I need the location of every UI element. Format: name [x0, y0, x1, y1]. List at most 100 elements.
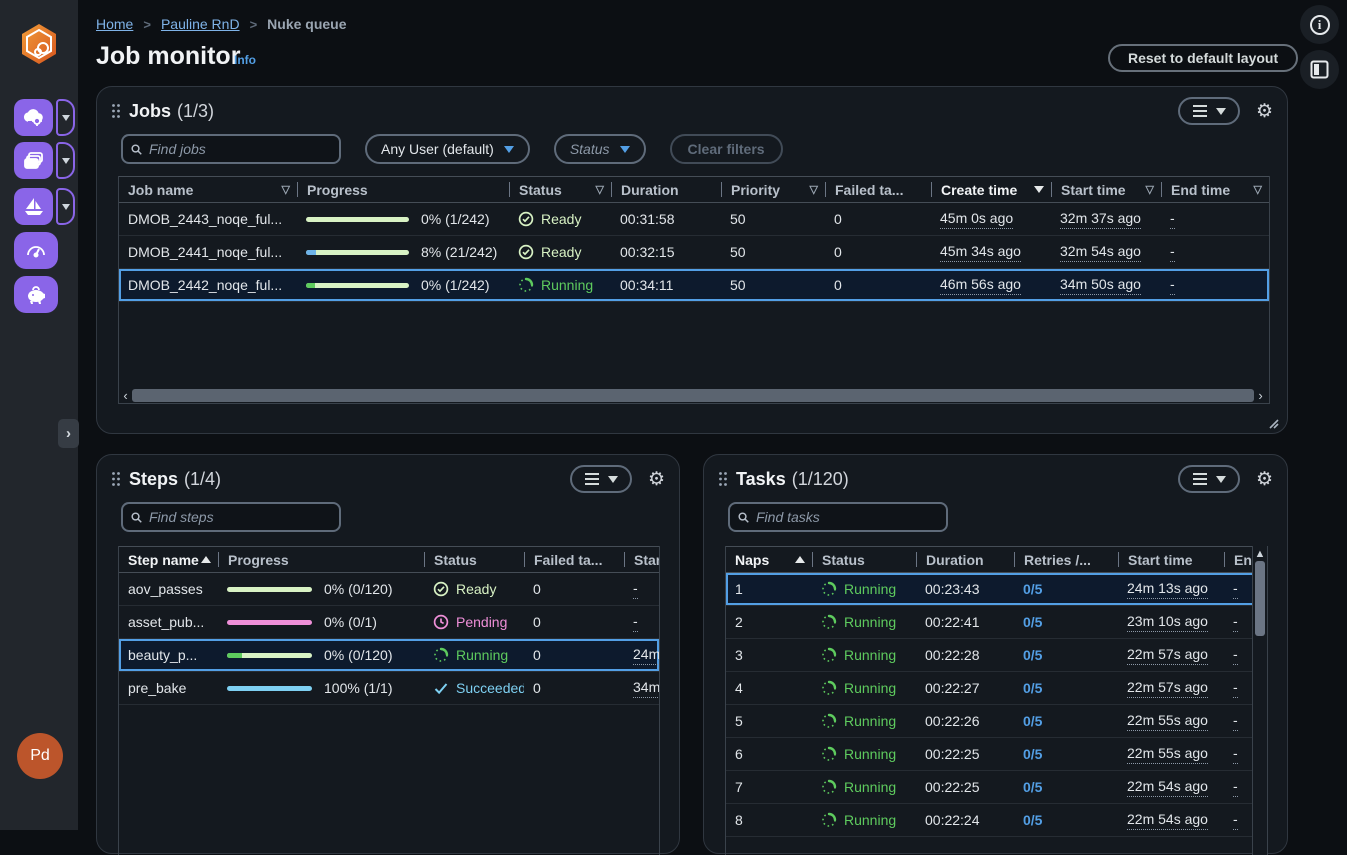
column-header-start-time[interactable]: Start time▽	[1051, 177, 1161, 202]
sidebar-item-fleets[interactable]	[14, 188, 53, 225]
retries-link[interactable]: 0/5	[1023, 713, 1042, 729]
sidebar-item-queues-expander[interactable]	[56, 142, 75, 179]
column-header-naps[interactable]: Naps	[726, 547, 812, 572]
breadcrumb-farm[interactable]: Pauline RnD	[161, 16, 240, 32]
step-row-selected[interactable]: beauty_p... 0% (0/120) Running 0 24m	[119, 639, 659, 672]
panel-title: Jobs	[129, 101, 171, 122]
column-header-progress[interactable]: Progress	[218, 547, 424, 572]
sidebar-item-queues[interactable]	[14, 142, 53, 179]
column-header-failed-tasks[interactable]: Failed ta...	[524, 547, 624, 572]
reset-layout-button[interactable]: Reset to default layout	[1108, 44, 1298, 72]
hamburger-menu-icon	[1192, 105, 1208, 117]
task-row[interactable]: 5 Running 00:22:26 0/5 22m 55s ago -	[726, 705, 1267, 738]
column-header-job-name[interactable]: Job name▽	[119, 177, 297, 202]
jobs-search-input[interactable]	[149, 141, 331, 157]
steps-search-input[interactable]	[149, 509, 331, 525]
task-row[interactable]: 6 Running 00:22:25 0/5 22m 55s ago -	[726, 738, 1267, 771]
breadcrumb-home[interactable]: Home	[96, 16, 133, 32]
column-header-start-time[interactable]: Start time	[624, 547, 660, 572]
drag-handle-icon[interactable]	[718, 471, 728, 487]
panel-menu-button[interactable]	[570, 465, 632, 493]
sidebar-item-farm[interactable]	[14, 99, 53, 136]
column-header-end-time[interactable]: End time▽	[1161, 177, 1269, 202]
user-filter-dropdown[interactable]: Any User (default)	[365, 134, 530, 164]
panel-menu-button[interactable]	[1178, 97, 1240, 125]
status-filter-dropdown[interactable]: Status	[554, 134, 646, 164]
retries-link[interactable]: 0/5	[1023, 680, 1042, 696]
progress-bar	[306, 217, 409, 222]
running-spinner-icon	[821, 746, 837, 762]
job-row[interactable]: DMOB_2441_noqe_ful... 8% (21/242) Ready …	[119, 236, 1269, 269]
sidebar-item-farm-expander[interactable]	[56, 99, 75, 136]
task-row[interactable]: 7 Running 00:22:25 0/5 22m 54s ago -	[726, 771, 1267, 804]
retries-link[interactable]: 0/5	[1023, 614, 1042, 630]
task-row[interactable]: 2 Running 00:22:41 0/5 23m 10s ago -	[726, 606, 1267, 639]
caret-down-icon	[62, 204, 70, 210]
filter-icon[interactable]: ▽	[1254, 183, 1262, 196]
gear-icon[interactable]: ⚙	[1256, 102, 1273, 121]
chevron-right-icon: ›	[66, 425, 71, 442]
jobs-search	[121, 134, 341, 164]
task-row[interactable]: 3 Running 00:22:28 0/5 22m 57s ago -	[726, 639, 1267, 672]
column-header-priority[interactable]: Priority▽	[721, 177, 825, 202]
caret-down-icon	[620, 146, 630, 153]
column-header-duration[interactable]: Duration	[611, 177, 721, 202]
user-avatar[interactable]: Pd	[17, 733, 63, 779]
step-row[interactable]: aov_passes 0% (0/120) Ready 0 -	[119, 573, 659, 606]
drag-handle-icon[interactable]	[111, 103, 121, 119]
split-panel-button[interactable]	[1300, 50, 1339, 89]
vertical-scrollbar[interactable]: ▲	[1252, 546, 1267, 855]
column-header-step-name[interactable]: Step name	[119, 547, 218, 572]
task-row[interactable]: 8 Running 00:22:24 0/5 22m 54s ago -	[726, 804, 1267, 837]
column-header-create-time[interactable]: Create time	[931, 177, 1051, 202]
column-header-status[interactable]: Status	[812, 547, 916, 572]
panel-resize-handle[interactable]	[1265, 415, 1279, 429]
retries-link[interactable]: 0/5	[1023, 746, 1042, 762]
retries-link[interactable]: 0/5	[1023, 647, 1042, 663]
tasks-search-input[interactable]	[756, 509, 938, 525]
horizontal-scrollbar[interactable]: ‹ ›	[119, 387, 1267, 404]
scrollbar-thumb[interactable]	[132, 389, 1254, 402]
info-link[interactable]: Info	[234, 53, 256, 67]
scroll-right-icon[interactable]: ›	[1254, 388, 1267, 403]
column-header-status[interactable]: Status▽	[509, 177, 611, 202]
filter-icon[interactable]: ▽	[596, 183, 604, 196]
tasks-search	[728, 502, 948, 532]
step-row[interactable]: pre_bake 100% (1/1) Succeeded 0 34m	[119, 672, 659, 705]
sidebar-item-budgets[interactable]	[14, 276, 58, 313]
scroll-up-icon[interactable]: ▲	[1253, 546, 1267, 562]
scroll-left-icon[interactable]: ‹	[119, 388, 132, 403]
column-header-duration[interactable]: Duration	[916, 547, 1014, 572]
task-row-selected[interactable]: 1 Running 00:23:43 0/5 24m 13s ago -	[726, 573, 1267, 606]
retries-link[interactable]: 0/5	[1023, 779, 1042, 795]
jobs-table: Job name▽ Progress Status▽ Duration Prio…	[118, 176, 1270, 404]
task-row[interactable]: 4 Running 00:22:27 0/5 22m 57s ago -	[726, 672, 1267, 705]
column-header-retries[interactable]: Retries /...	[1014, 547, 1118, 572]
status-badge: Ready	[509, 244, 611, 260]
info-icon: i	[1310, 15, 1330, 35]
retries-link[interactable]: 0/5	[1023, 581, 1042, 597]
gear-icon[interactable]: ⚙	[1256, 470, 1273, 489]
queues-stack-icon	[22, 149, 46, 173]
retries-link[interactable]: 0/5	[1023, 812, 1042, 828]
job-row-selected[interactable]: DMOB_2442_noqe_ful... 0% (1/242) Running…	[119, 269, 1269, 302]
filter-icon[interactable]: ▽	[282, 183, 290, 196]
gear-icon[interactable]: ⚙	[648, 470, 665, 489]
column-header-start-time[interactable]: Start time	[1118, 547, 1224, 572]
column-header-progress[interactable]: Progress	[297, 177, 509, 202]
filter-icon[interactable]: ▽	[810, 183, 818, 196]
sidebar-item-fleets-expander[interactable]	[56, 188, 75, 225]
sidebar-expand-button[interactable]: ›	[58, 419, 79, 448]
ready-icon	[518, 244, 534, 260]
job-row[interactable]: DMOB_2443_noqe_ful... 0% (1/242) Ready 0…	[119, 203, 1269, 236]
help-panel-button[interactable]: i	[1300, 5, 1339, 44]
step-row[interactable]: asset_pub... 0% (0/1) Pending 0 -	[119, 606, 659, 639]
panel-menu-button[interactable]	[1178, 465, 1240, 493]
filter-icon[interactable]: ▽	[1146, 183, 1154, 196]
drag-handle-icon[interactable]	[111, 471, 121, 487]
column-header-failed-tasks[interactable]: Failed ta...	[825, 177, 931, 202]
status-badge: Running	[812, 647, 916, 663]
scrollbar-thumb[interactable]	[1255, 561, 1265, 636]
sidebar-item-usage[interactable]	[14, 232, 58, 269]
column-header-status[interactable]: Status	[424, 547, 524, 572]
